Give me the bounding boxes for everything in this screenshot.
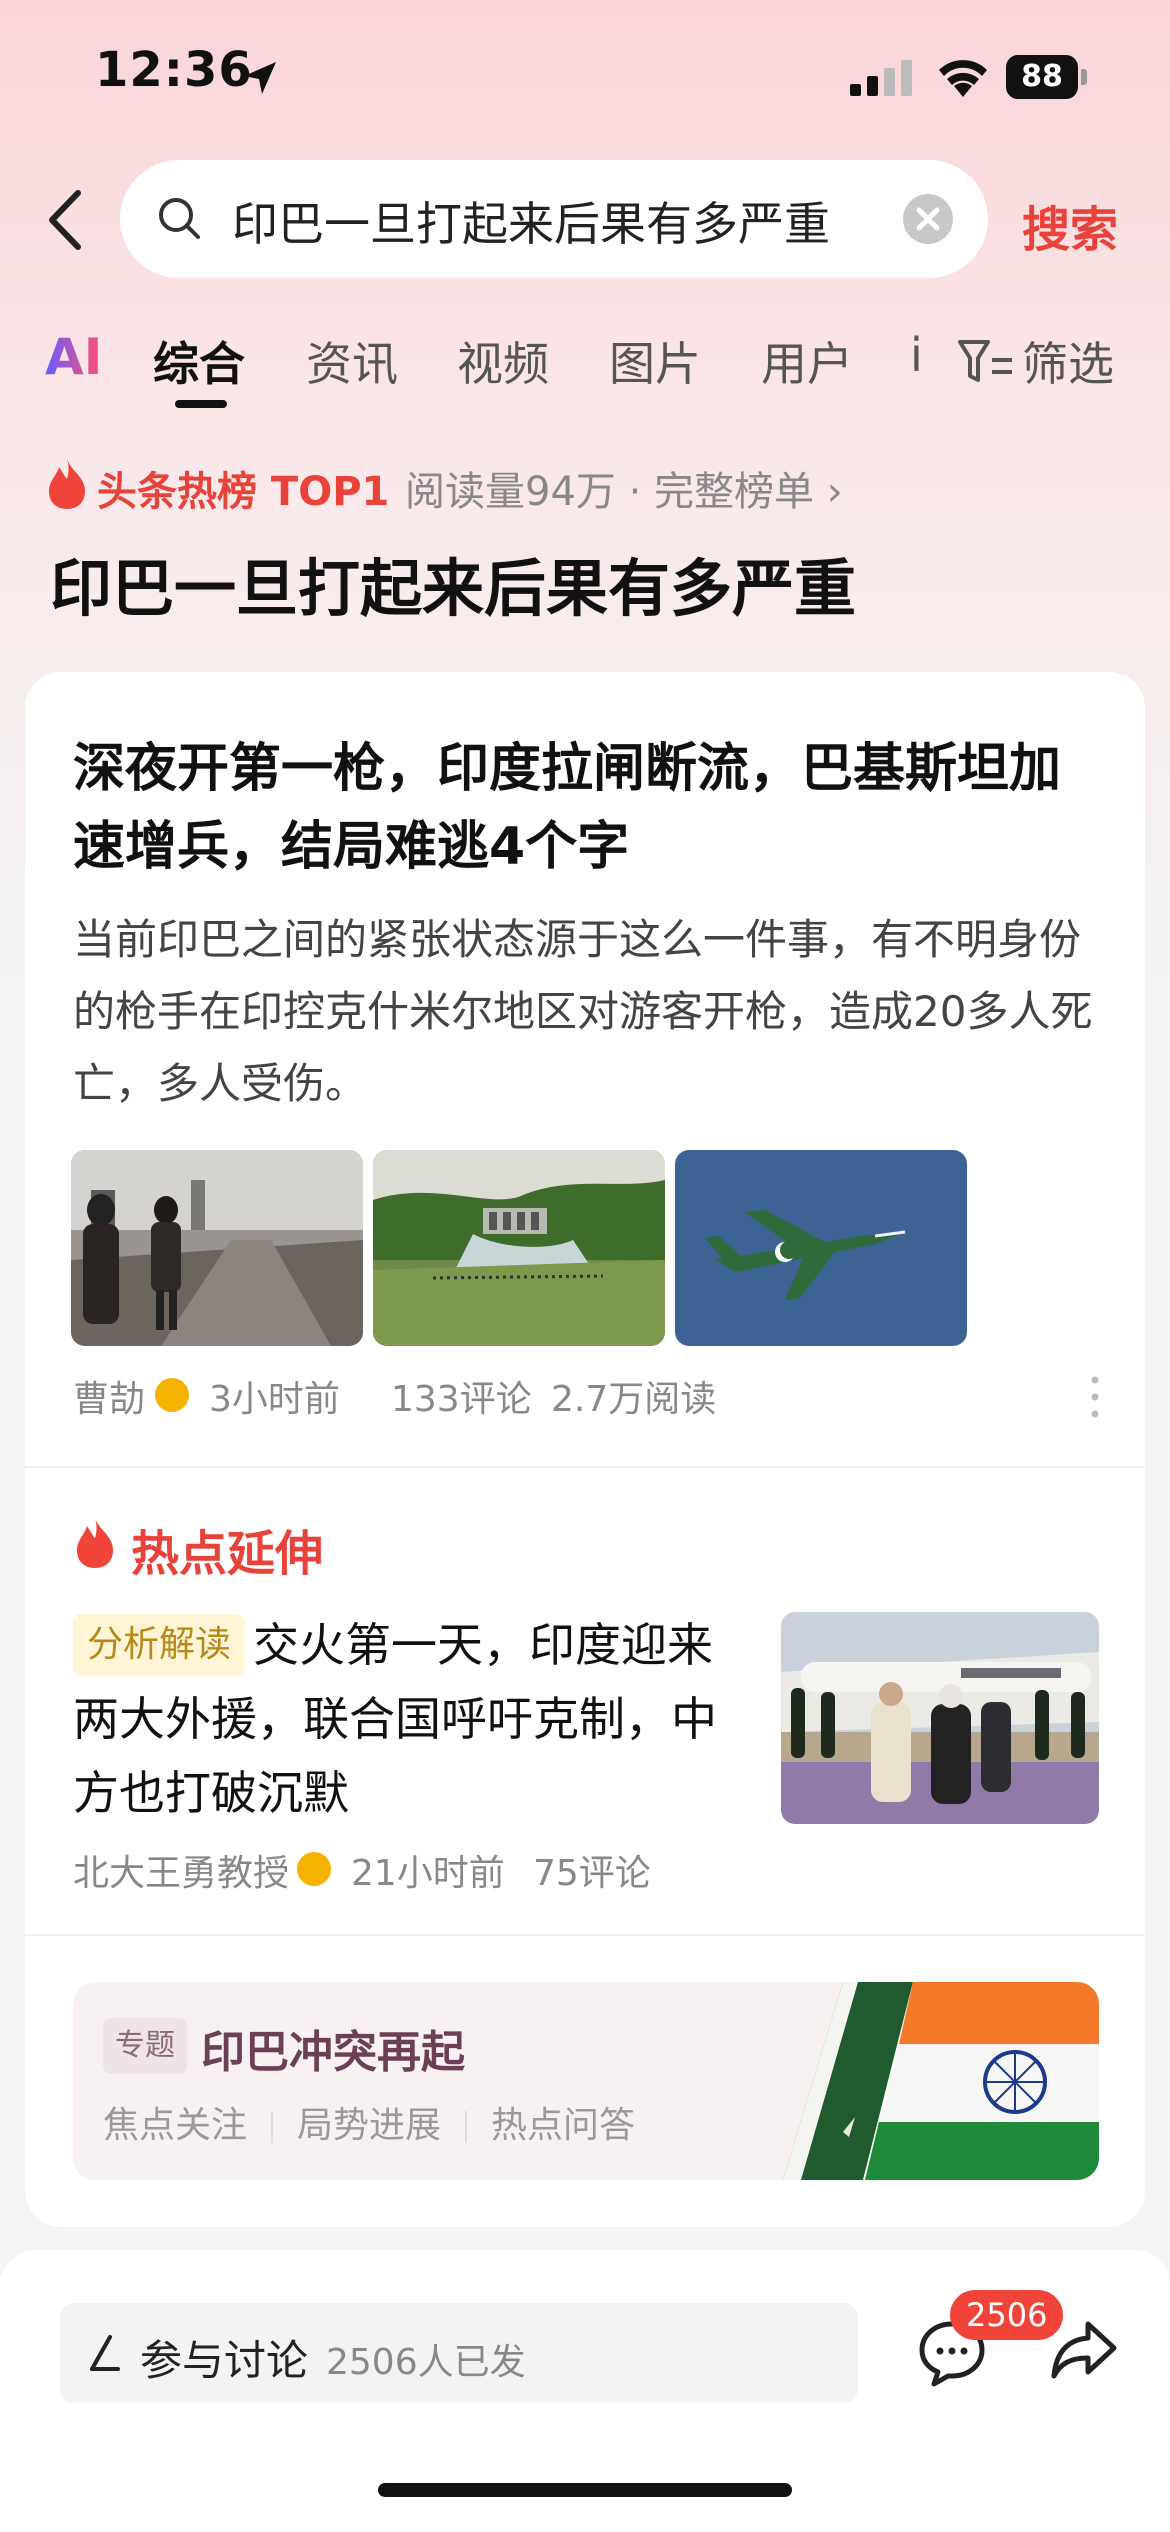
extension-comments: 75评论 xyxy=(533,1853,651,1894)
hot-list-meta[interactable]: 阅读量94万 · 完整榜单 › xyxy=(405,459,843,517)
article-comments: 133评论 xyxy=(391,1379,532,1420)
search-input[interactable]: 印巴一旦打起来后果有多严重 xyxy=(120,160,988,278)
tab-video[interactable]: 视频 xyxy=(457,328,549,394)
divider xyxy=(25,1466,1145,1468)
topic-link-qa[interactable]: 热点问答 xyxy=(491,2105,635,2146)
topic-link-focus[interactable]: 焦点关注 xyxy=(103,2105,247,2146)
tab-truncated[interactable]: i xyxy=(910,328,924,388)
verified-badge-icon xyxy=(297,1852,331,1886)
tab-ai[interactable]: AI xyxy=(45,328,102,386)
extension-article-meta: 北大王勇教授 21小时前 75评论 xyxy=(73,1844,773,1904)
search-query[interactable]: 印巴一旦打起来后果有多严重 xyxy=(232,188,830,254)
hot-list-label: 头条热榜 TOP1 xyxy=(97,469,390,515)
wifi-icon xyxy=(939,60,987,97)
battery-level: 88 xyxy=(1006,55,1078,99)
thumbnail-dam[interactable] xyxy=(373,1150,665,1346)
tab-users[interactable]: 用户 xyxy=(761,328,853,394)
article-time: 3小时前 xyxy=(209,1379,340,1420)
verified-badge-icon xyxy=(155,1378,189,1412)
flags-image xyxy=(783,1982,1099,2180)
hot-list-banner[interactable]: 头条热榜 TOP1 阅读量94万 · 完整榜单 › xyxy=(45,455,1145,515)
discussion-label: 参与讨论 xyxy=(140,2336,309,2385)
special-topic-tag: 专题 xyxy=(103,2018,187,2074)
filter-button[interactable]: 筛选 xyxy=(1022,328,1114,394)
back-arrow-icon[interactable] xyxy=(38,185,98,255)
analysis-tag: 分析解读 xyxy=(73,1614,246,1676)
clock: 12:36 xyxy=(95,42,253,98)
article-summary[interactable]: 当前印巴之间的紧张状态源于这么一件事，有不明身份的枪手在印控克什米尔地区对游客开… xyxy=(73,904,1113,1120)
hot-extension-header: 热点延伸 xyxy=(73,1510,673,1582)
cellular-signal-icon xyxy=(850,60,912,96)
article-reads: 2.7万阅读 xyxy=(551,1379,717,1420)
battery-indicator: 88 xyxy=(1006,55,1087,99)
flame-icon xyxy=(77,1518,113,1568)
tab-images[interactable]: 图片 xyxy=(609,328,701,394)
search-button[interactable]: 搜索 xyxy=(1022,190,1118,260)
more-options-icon[interactable] xyxy=(1085,1372,1105,1422)
extension-article-image[interactable] xyxy=(781,1612,1099,1824)
location-arrow-icon xyxy=(244,62,276,94)
topic-link-progress[interactable]: 局势进展 xyxy=(297,2105,441,2146)
flame-icon xyxy=(49,459,85,509)
filter-icon[interactable] xyxy=(958,338,1014,388)
result-tabs: AI 综合 资讯 视频 图片 用户 i 筛选 xyxy=(0,320,1170,410)
article-meta: 曹劼 3小时前 133评论 2.7万阅读 xyxy=(73,1370,1113,1430)
tab-news[interactable]: 资讯 xyxy=(306,328,398,394)
separator xyxy=(465,2111,468,2143)
special-topic-name[interactable]: 印巴冲突再起 xyxy=(201,2016,465,2080)
article-title[interactable]: 深夜开第一枪，印度拉闸断流，巴基斯坦加速增兵，结局难逃4个字 xyxy=(73,730,1103,886)
tab-comprehensive[interactable]: 综合 xyxy=(153,328,245,394)
divider xyxy=(25,1934,1145,1936)
article-author[interactable]: 曹劼 xyxy=(73,1370,145,1422)
battery-tip xyxy=(1081,69,1087,85)
separator xyxy=(271,2111,274,2143)
clear-icon[interactable] xyxy=(902,193,954,245)
discussion-input[interactable]: 参与讨论 2506人已发 xyxy=(60,2303,858,2403)
status-bar: 12:36 88 xyxy=(0,0,1170,150)
comment-count-badge: 2506 xyxy=(950,2290,1064,2340)
results-card: 深夜开第一枪，印度拉闸断流，巴基斯坦加速增兵，结局难逃4个字 当前印巴之间的紧张… xyxy=(25,672,1145,2227)
active-tab-indicator xyxy=(175,400,227,408)
article-thumbnails[interactable] xyxy=(71,1150,1111,1346)
home-indicator xyxy=(378,2483,792,2497)
extension-time: 21小时前 xyxy=(351,1853,505,1894)
search-icon xyxy=(159,198,200,239)
search-row: 印巴一旦打起来后果有多严重 搜索 xyxy=(0,160,1170,280)
special-topic-links: 焦点关注 局势进展 热点问答 xyxy=(103,2096,635,2148)
hot-extension-label: 热点延伸 xyxy=(131,1526,324,1582)
pen-icon xyxy=(90,2335,120,2371)
thumbnail-fighter-jet[interactable] xyxy=(675,1150,967,1346)
discussion-count: 2506人已发 xyxy=(326,2342,526,2383)
topic-title: 印巴一旦打起来后果有多严重 xyxy=(50,552,857,625)
share-icon[interactable] xyxy=(1050,2318,1118,2382)
extension-author[interactable]: 北大王勇教授 xyxy=(73,1844,289,1896)
thumbnail-street-scene[interactable] xyxy=(71,1150,363,1346)
special-topic-card[interactable]: 专题 印巴冲突再起 焦点关注 局势进展 热点问答 xyxy=(73,1982,1099,2180)
